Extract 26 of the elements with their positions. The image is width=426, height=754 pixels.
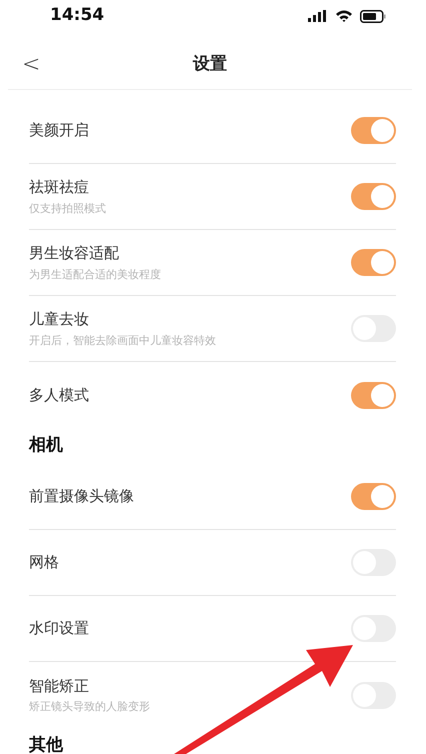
back-button[interactable]: <: [8, 54, 54, 76]
toggle-switch[interactable]: [351, 183, 396, 210]
signal-icon: [308, 10, 328, 22]
setting-label: 网格: [29, 552, 59, 574]
setting-label: 前置摄像头镜像: [29, 486, 134, 508]
toggle-switch[interactable]: [351, 483, 396, 510]
setting-label: 多人模式: [29, 384, 89, 406]
status-time: 14:54: [50, 4, 104, 28]
setting-label: 美颜开启: [29, 120, 89, 142]
wifi-icon: [336, 10, 352, 22]
setting-hint: 仅支持拍照模式: [29, 200, 106, 216]
setting-hint: 为男生适配合适的美妆程度: [29, 266, 161, 282]
battery-icon: [360, 10, 386, 22]
toggle-switch[interactable]: [351, 117, 396, 144]
setting-hint: 开启后，智能去除画面中儿童妆容特效: [29, 332, 216, 348]
section-heading: 相机: [28, 434, 64, 458]
setting-label: 儿童去妆: [29, 309, 90, 330]
section-heading: 其他: [28, 734, 64, 754]
page-title: 设置: [193, 52, 227, 76]
toggle-switch[interactable]: [351, 249, 396, 276]
setting-hint: 矫正镜头导致的人脸变形: [29, 699, 150, 715]
setting-label: 男生妆容适配: [29, 243, 120, 264]
setting-label: 祛斑祛痘: [29, 177, 90, 198]
toggle-switch[interactable]: [351, 382, 396, 408]
setting-label: 智能矫正: [29, 676, 90, 696]
setting-label: 水印设置: [29, 618, 89, 640]
